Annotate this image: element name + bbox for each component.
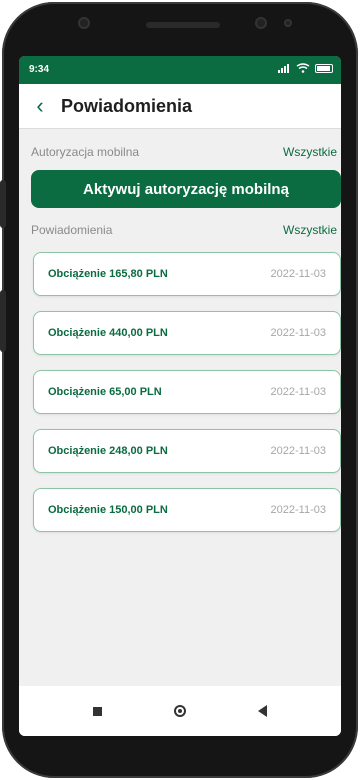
speaker-grille bbox=[146, 22, 220, 28]
notification-date: 2022-11-03 bbox=[270, 327, 326, 339]
page-title: Powiadomienia bbox=[61, 95, 193, 116]
notification-card[interactable]: Obciążenie 165,80 PLN 2022-11-03 bbox=[33, 252, 341, 296]
notification-title: Obciążenie 440,00 PLN bbox=[48, 327, 168, 339]
notification-list: Obciążenie 165,80 PLN 2022-11-03 Obciąże… bbox=[33, 252, 341, 547]
activate-mobile-auth-button[interactable]: Aktywuj autoryzację mobilną bbox=[31, 170, 341, 208]
notification-title: Obciążenie 165,80 PLN bbox=[48, 268, 168, 280]
notifications-section-header: Powiadomienia Wszystkie bbox=[19, 220, 341, 240]
notifications-label: Powiadomienia bbox=[31, 223, 113, 237]
mobile-auth-section-header: Autoryzacja mobilna Wszystkie bbox=[19, 142, 341, 162]
notification-date: 2022-11-03 bbox=[270, 268, 326, 280]
power-button bbox=[0, 290, 6, 352]
battery-icon bbox=[315, 63, 333, 73]
notification-title: Obciążenie 248,00 PLN bbox=[48, 445, 168, 457]
notification-title: Obciążenie 150,00 PLN bbox=[48, 504, 168, 516]
notification-date: 2022-11-03 bbox=[270, 386, 326, 398]
chevron-left-icon: ‹ bbox=[36, 93, 44, 118]
back-button[interactable]: ‹ bbox=[25, 84, 55, 128]
notification-date: 2022-11-03 bbox=[270, 504, 326, 516]
signal-icon bbox=[278, 64, 289, 73]
wifi-icon bbox=[296, 63, 310, 73]
notification-card[interactable]: Obciążenie 248,00 PLN 2022-11-03 bbox=[33, 429, 341, 473]
system-nav-bar bbox=[19, 686, 341, 736]
mobile-auth-label: Autoryzacja mobilna bbox=[31, 145, 140, 159]
status-icons bbox=[277, 63, 333, 73]
sensor bbox=[255, 17, 267, 29]
status-time: 9:34 bbox=[29, 64, 50, 75]
screen: 9:34 ‹ Powiadomienia Autoryzacja mobilna… bbox=[19, 56, 341, 736]
notification-card[interactable]: Obciążenie 65,00 PLN 2022-11-03 bbox=[33, 370, 341, 414]
back-triangle-icon[interactable] bbox=[258, 705, 267, 717]
app-header: ‹ Powiadomienia bbox=[19, 84, 341, 129]
sensor-secondary bbox=[284, 19, 292, 27]
front-camera bbox=[78, 17, 90, 29]
notification-title: Obciążenie 65,00 PLN bbox=[48, 386, 162, 398]
volume-button bbox=[0, 180, 6, 228]
recent-apps-icon[interactable] bbox=[93, 706, 102, 716]
notification-card[interactable]: Obciążenie 150,00 PLN 2022-11-03 bbox=[33, 488, 341, 532]
home-icon[interactable] bbox=[174, 705, 186, 717]
notifications-all-link[interactable]: Wszystkie bbox=[283, 223, 337, 237]
notification-date: 2022-11-03 bbox=[270, 445, 326, 457]
mobile-auth-all-link[interactable]: Wszystkie bbox=[283, 145, 337, 159]
status-bar: 9:34 bbox=[19, 56, 341, 84]
notification-card[interactable]: Obciążenie 440,00 PLN 2022-11-03 bbox=[33, 311, 341, 355]
